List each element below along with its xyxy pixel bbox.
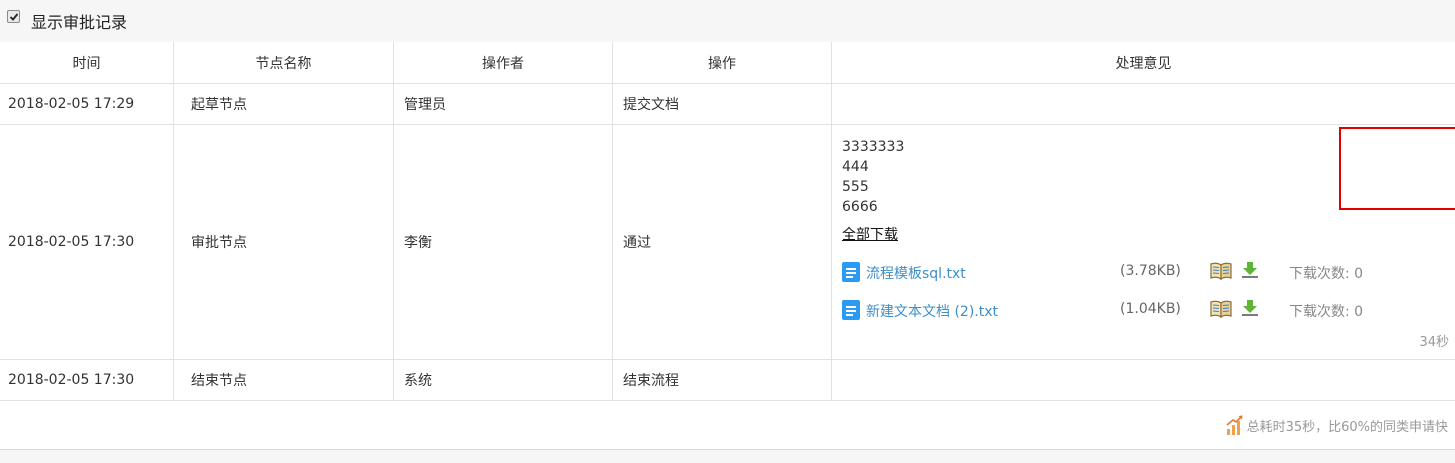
download-count: 下载次数: 0 [1289,266,1364,282]
opinion-cell: 3333333 444 555 6666 全部下载 流程模板sql.txt (3… [832,125,1455,359]
opinion-line: 555 [842,179,869,195]
column-header-node: 节点名称 [174,42,394,83]
duration-summary-text: 总耗时35秒，比60%的同类申请快 [1246,419,1448,435]
show-records-label[interactable]: 显示审批记录 [31,9,127,33]
check-icon [9,13,19,21]
table-row: 2018-02-05 17:30 审批节点 李衡 通过 3333333 444 … [0,125,1455,360]
approval-header: 显示审批记录 [0,0,1455,43]
operator-cell: 系统 [394,360,613,400]
attachment-name-link[interactable]: 流程模板sql.txt [866,263,966,283]
text-file-icon [842,300,860,320]
highlight-box [1339,127,1455,210]
table-row: 2018-02-05 17:30 结束节点 系统 结束流程 [0,360,1455,401]
table-header-row: 时间 节点名称 操作者 操作 处理意见 [0,42,1455,84]
time-cell: 2018-02-05 17:30 [0,360,174,400]
time-cell: 2018-02-05 17:30 [0,125,174,359]
node-cell: 审批节点 [174,125,394,359]
action-cell: 结束流程 [613,360,832,400]
approval-table: 时间 节点名称 操作者 操作 处理意见 2018-02-05 17:29 起草节… [0,42,1455,401]
elapsed-time: 34秒 [1419,335,1449,350]
opinion-cell [832,360,1455,400]
opinion-text: 3333333 444 555 6666 [842,137,904,217]
column-header-opinion: 处理意见 [1115,55,1172,72]
attachment-name-link[interactable]: 新建文本文档 (2).txt [866,301,998,321]
table-row: 2018-02-05 17:29 起草节点 管理员 提交文档 [0,84,1455,125]
attachment-item: 新建文本文档 (2).txt (1.04KB) 下载次数: 0 [842,299,1442,321]
action-cell: 通过 [613,125,832,359]
download-all-link[interactable]: 全部下载 [842,224,898,244]
opinion-line: 3333333 [842,139,905,155]
preview-book-icon[interactable] [1210,261,1232,285]
download-arrow-icon[interactable] [1240,260,1260,284]
opinion-line: 444 [842,159,869,175]
trend-chart-icon [1226,415,1243,435]
preview-book-icon[interactable] [1210,299,1232,323]
opinion-line: 6666 [842,199,878,215]
opinion-cell [832,84,1455,124]
column-header-time: 时间 [0,42,174,83]
time-cell: 2018-02-05 17:29 [0,84,174,124]
duration-summary: 总耗时35秒，比60%的同类申请快 [1226,413,1448,437]
download-arrow-icon[interactable] [1240,298,1260,322]
attachment-size: (3.78KB) [1120,263,1181,279]
approval-record-panel: 显示审批记录 时间 节点名称 操作者 操作 处理意见 2018-02-05 17… [0,0,1455,463]
attachment-size: (1.04KB) [1120,301,1181,317]
show-records-checkbox[interactable] [7,10,20,23]
node-cell: 起草节点 [174,84,394,124]
column-header-operator: 操作者 [394,42,613,83]
column-header-action: 操作 [613,42,832,83]
action-cell: 提交文档 [613,84,832,124]
download-count: 下载次数: 0 [1289,304,1364,320]
operator-cell: 李衡 [394,125,613,359]
attachment-item: 流程模板sql.txt (3.78KB) 下载次数: 0 [842,261,1442,283]
node-cell: 结束节点 [174,360,394,400]
text-file-icon [842,262,860,282]
approval-footer: 总耗时35秒，比60%的同类申请快 [0,401,1455,450]
operator-cell: 管理员 [394,84,613,124]
